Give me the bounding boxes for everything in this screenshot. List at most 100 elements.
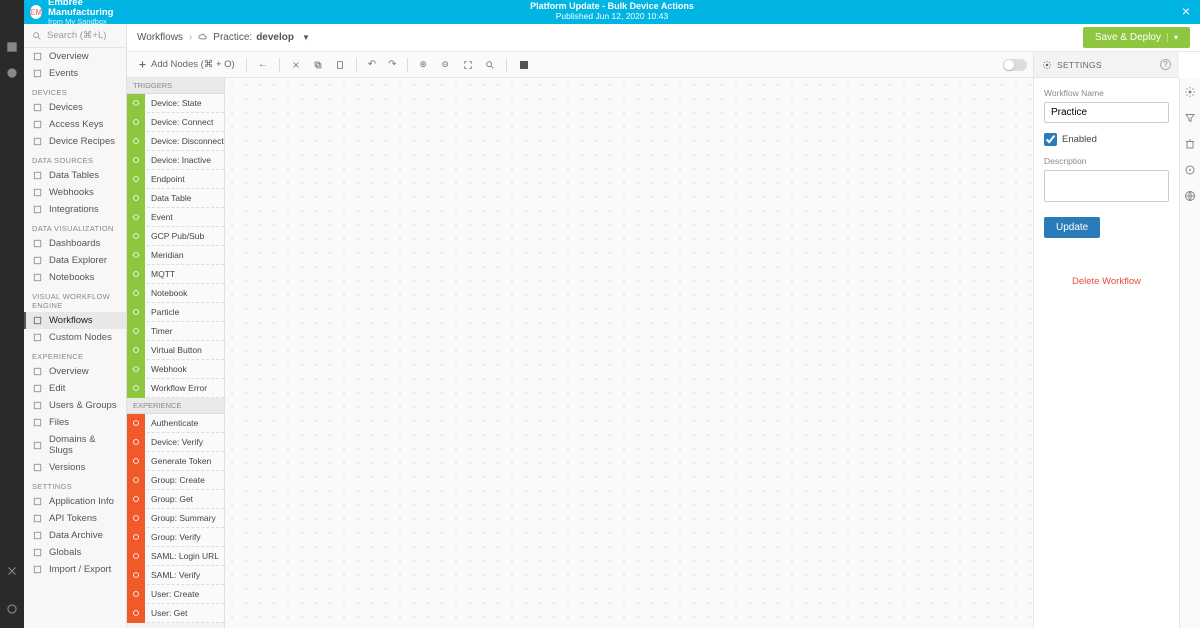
sidebar-section: DATA SOURCES <box>24 150 126 167</box>
redo-button[interactable]: ↷ <box>383 56 401 73</box>
org-name: Embree Manufacturing <box>48 0 127 17</box>
globe-icon[interactable] <box>1184 190 1196 202</box>
node-icon <box>127 341 145 360</box>
filter-icon[interactable] <box>1184 112 1196 124</box>
palette-node[interactable]: Timer <box>127 322 224 341</box>
search-input[interactable]: Search (⌘+L) <box>24 24 126 48</box>
palette-node[interactable]: Device: Disconnect <box>127 132 224 151</box>
enabled-checkbox[interactable]: Enabled <box>1044 133 1169 146</box>
sidebar-item[interactable]: Data Archive <box>24 527 126 544</box>
node-icon <box>127 471 145 490</box>
palette-node[interactable]: User: Create <box>127 585 224 604</box>
copy-button[interactable] <box>308 57 328 73</box>
sidebar-item[interactable]: Overview <box>24 363 126 380</box>
cut-button[interactable] <box>286 57 306 73</box>
sidebar-item[interactable]: Overview <box>24 48 126 65</box>
sidebar-item[interactable]: Files <box>24 414 126 431</box>
app-icon[interactable] <box>5 40 19 54</box>
palette-node[interactable]: Event <box>127 208 224 227</box>
undo-button[interactable]: ↶ <box>363 56 381 73</box>
zoom-out-button[interactable] <box>436 57 456 73</box>
palette-node[interactable]: Endpoint <box>127 170 224 189</box>
sidebar-item[interactable]: Device Recipes <box>24 133 126 150</box>
sidebar-item[interactable]: Integrations <box>24 201 126 218</box>
add-nodes-button[interactable]: Add Nodes (⌘ + O) <box>133 56 240 73</box>
node-icon <box>127 227 145 246</box>
org-header[interactable]: EM Embree Manufacturing from My Sandbox <box>24 0 127 24</box>
settings-icon[interactable] <box>1184 164 1196 176</box>
palette-node[interactable]: Group: Get <box>127 490 224 509</box>
palette-node[interactable]: Particle <box>127 303 224 322</box>
app-icon[interactable] <box>5 66 19 80</box>
sidebar-item[interactable]: Data Explorer <box>24 252 126 269</box>
sidebar-item[interactable]: Custom Nodes <box>24 329 126 346</box>
palette-node[interactable]: User: Get <box>127 604 224 623</box>
live-toggle[interactable] <box>1003 59 1027 71</box>
sidebar-item[interactable]: Dashboards <box>24 235 126 252</box>
palette-node[interactable]: Authenticate <box>127 414 224 433</box>
sidebar-item[interactable]: Application Info <box>24 493 126 510</box>
banner-subtitle: Published Jun 12, 2020 10:43 <box>556 12 668 21</box>
sidebar-item[interactable]: Globals <box>24 544 126 561</box>
debug-button[interactable] <box>513 56 535 74</box>
close-icon[interactable]: × <box>1182 4 1190 19</box>
palette-node[interactable]: Group: Summary <box>127 509 224 528</box>
workflow-canvas[interactable] <box>225 78 1033 628</box>
update-button[interactable]: Update <box>1044 217 1100 238</box>
sidebar-item[interactable]: Webhooks <box>24 184 126 201</box>
zoom-in-button[interactable] <box>414 57 434 73</box>
sidebar-item[interactable]: Devices <box>24 99 126 116</box>
workflow-name-input[interactable] <box>1044 102 1169 123</box>
fit-button[interactable] <box>458 57 478 73</box>
description-input[interactable] <box>1044 170 1169 202</box>
sidebar-item[interactable]: Workflows <box>24 312 126 329</box>
palette-node[interactable]: Group: Create <box>127 471 224 490</box>
palette-node[interactable]: Generate Token <box>127 452 224 471</box>
palette-node[interactable]: Workflow Error <box>127 379 224 398</box>
paste-button[interactable] <box>330 57 350 73</box>
settings-header: SETTINGS ? <box>1033 52 1179 78</box>
palette-node[interactable]: Webhook <box>127 360 224 379</box>
sidebar-item[interactable]: Notebooks <box>24 269 126 286</box>
palette-node[interactable]: SAML: Login URL <box>127 547 224 566</box>
back-button[interactable]: ← <box>253 56 273 73</box>
app-icon[interactable] <box>5 602 19 616</box>
sidebar-item[interactable]: Users & Groups <box>24 397 126 414</box>
trash-icon[interactable] <box>1184 138 1196 150</box>
palette-node[interactable]: Device: Connect <box>127 113 224 132</box>
node-icon <box>127 284 145 303</box>
crumb-root[interactable]: Workflows <box>137 32 183 43</box>
node-icon <box>127 585 145 604</box>
palette-node[interactable]: Device: State <box>127 94 224 113</box>
palette-node[interactable]: SAML: Verify <box>127 566 224 585</box>
palette-node[interactable]: Device: Inactive <box>127 151 224 170</box>
sidebar-item[interactable]: Edit <box>24 380 126 397</box>
palette-node[interactable]: MQTT <box>127 265 224 284</box>
delete-workflow-link[interactable]: Delete Workflow <box>1044 276 1169 287</box>
sidebar-item[interactable]: Events <box>24 65 126 82</box>
save-deploy-button[interactable]: Save & Deploy ▾ <box>1083 27 1190 48</box>
sidebar-item[interactable]: Versions <box>24 459 126 476</box>
zoom-reset-button[interactable] <box>480 57 500 73</box>
palette-node[interactable]: Device: Verify <box>127 433 224 452</box>
node-icon <box>127 360 145 379</box>
palette-node[interactable]: Notebook <box>127 284 224 303</box>
sidebar-item[interactable]: API Tokens <box>24 510 126 527</box>
palette-node[interactable]: Virtual Button <box>127 341 224 360</box>
sidebar-item[interactable]: Access Keys <box>24 116 126 133</box>
palette-node[interactable]: Meridian <box>127 246 224 265</box>
palette-node[interactable]: GCP Pub/Sub <box>127 227 224 246</box>
search-icon <box>32 31 42 41</box>
palette-node[interactable]: Data Table <box>127 189 224 208</box>
sidebar-item[interactable]: Data Tables <box>24 167 126 184</box>
sidebar-item[interactable]: Import / Export <box>24 561 126 578</box>
sidebar-section: DEVICES <box>24 82 126 99</box>
crumb-workflow[interactable]: Practice: develop ▼ <box>198 32 310 43</box>
gear-icon[interactable] <box>1184 86 1196 98</box>
node-icon <box>127 528 145 547</box>
palette-node[interactable]: Group: Verify <box>127 528 224 547</box>
breadcrumb-separator: › <box>189 32 192 43</box>
app-icon[interactable] <box>5 564 19 578</box>
help-icon[interactable]: ? <box>1160 59 1171 70</box>
sidebar-item[interactable]: Domains & Slugs <box>24 431 126 459</box>
